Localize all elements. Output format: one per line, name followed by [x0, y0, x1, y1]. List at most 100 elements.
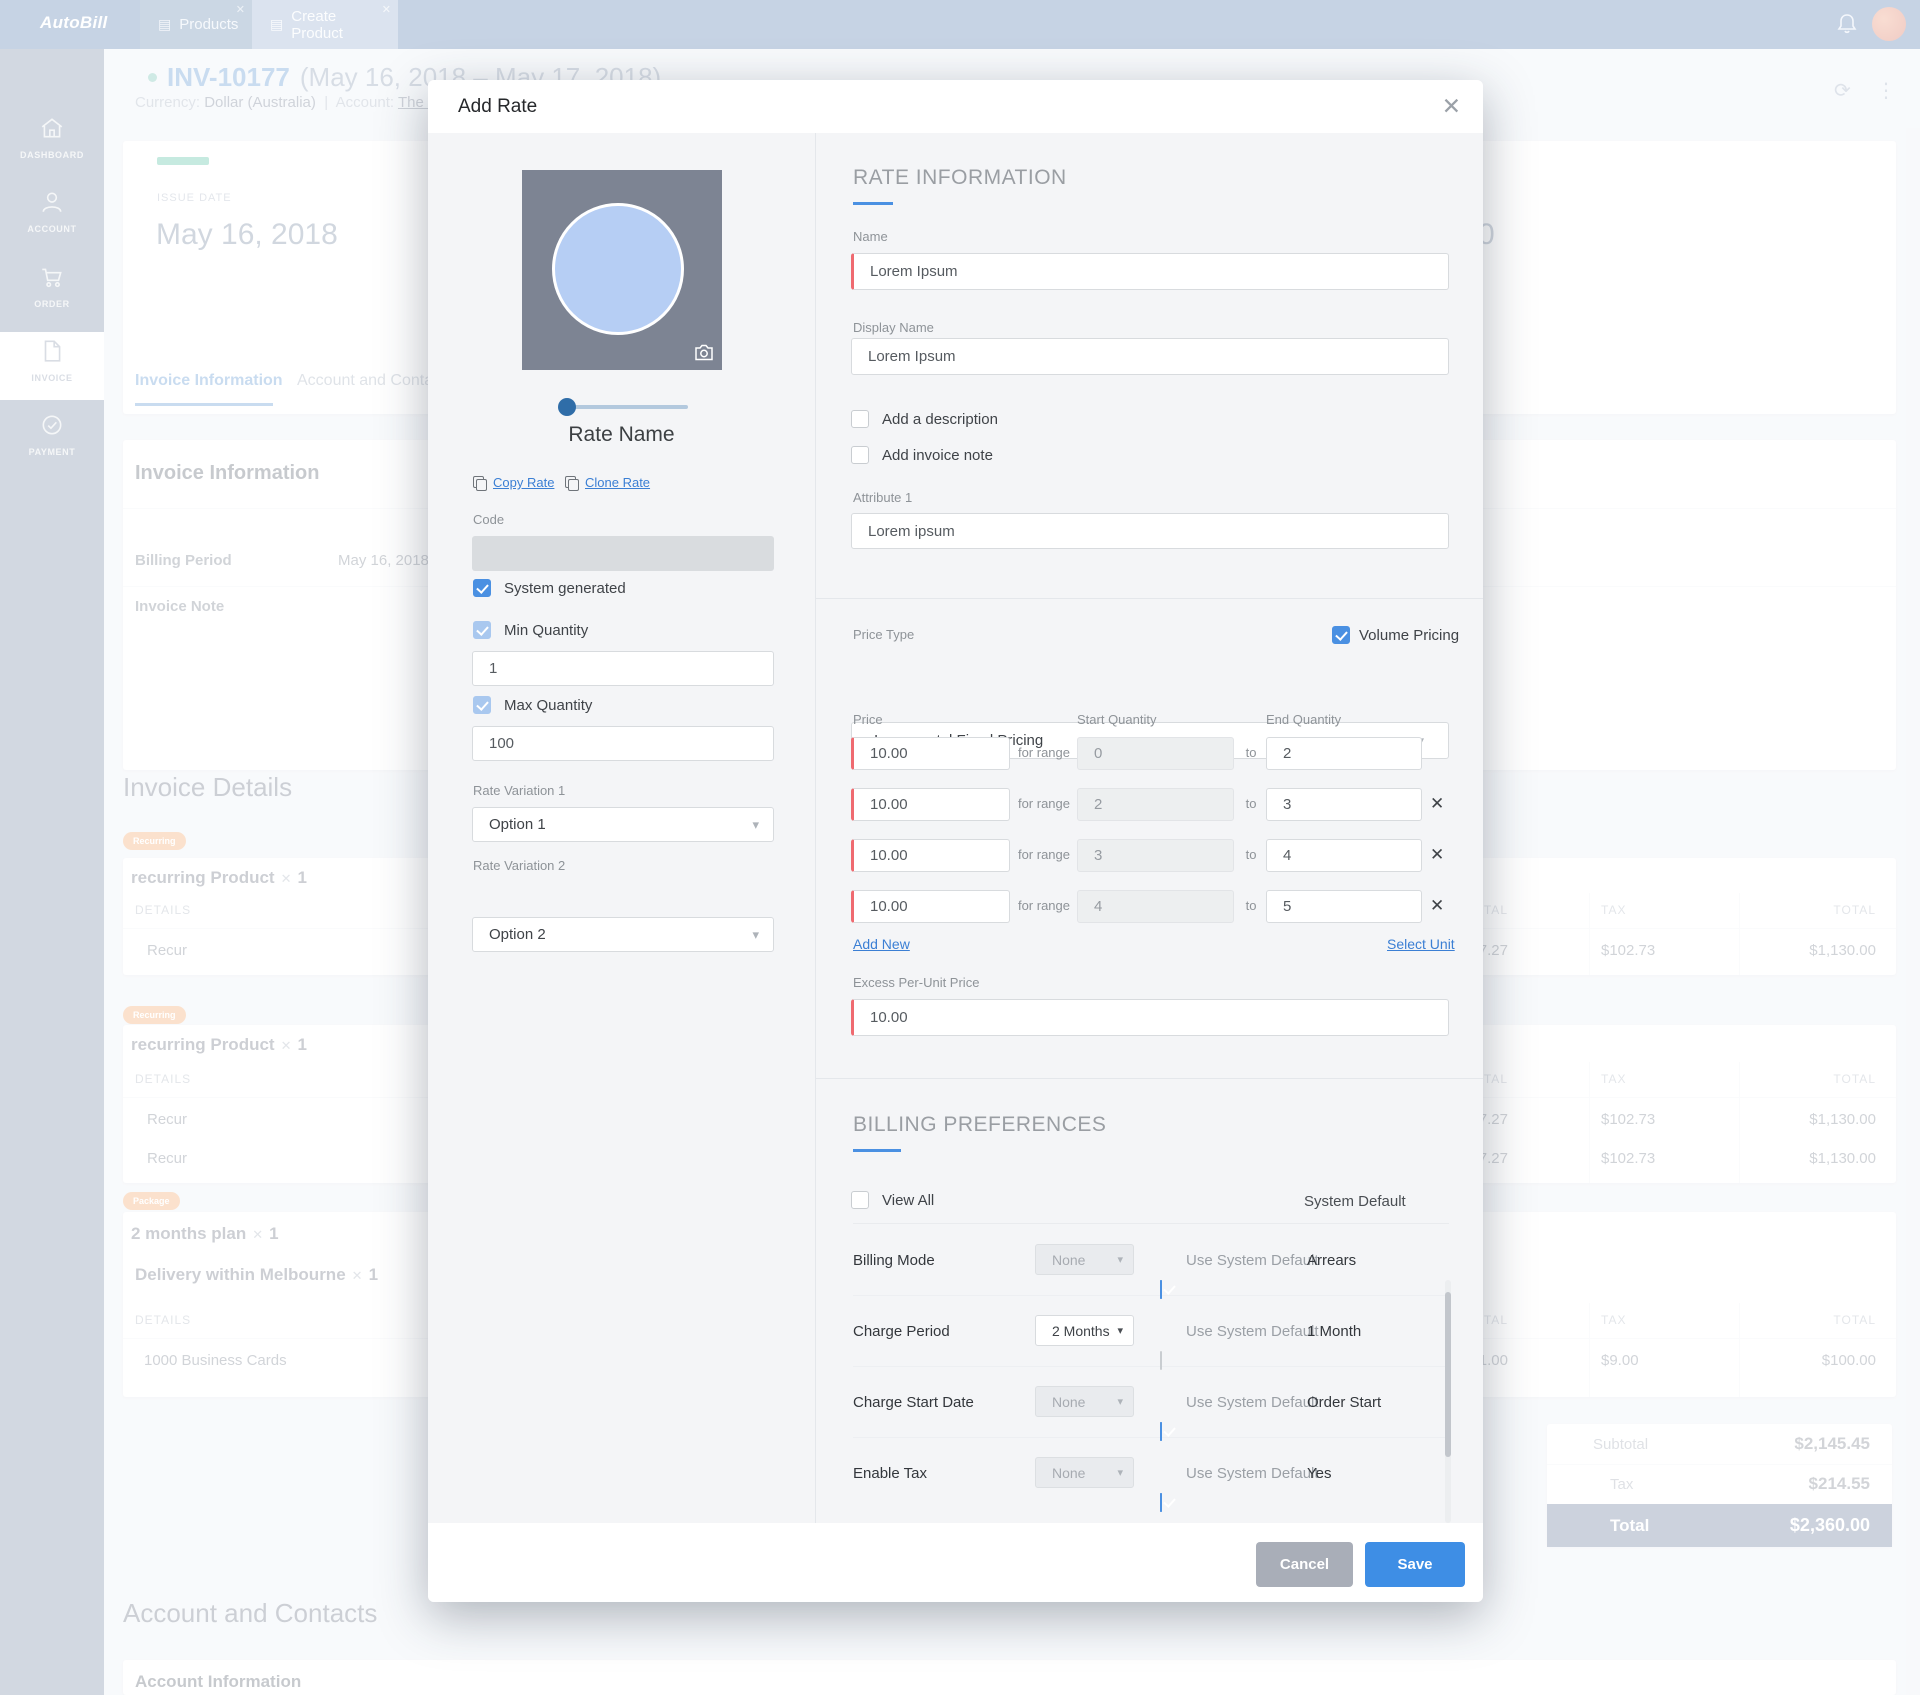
chevron-down-icon: ▾ [1117, 1254, 1123, 1266]
code-input[interactable] [472, 536, 774, 571]
rate-name-title: Rate Name [568, 423, 675, 446]
add-description-checkbox[interactable] [851, 410, 869, 428]
add-invoice-note-label: Add invoice note [882, 446, 993, 464]
chevron-down-icon: ▾ [1117, 1325, 1123, 1337]
system-generated-checkbox[interactable] [473, 579, 491, 597]
scrollbar-thumb[interactable] [1445, 1292, 1451, 1457]
volume-pricing-row: Volume Pricing [1332, 626, 1459, 644]
camera-icon[interactable] [694, 344, 714, 361]
billing-row-billing-mode: Billing Mode None ▾ Use System Default A… [853, 1224, 1449, 1299]
system-default-value: 1 Month [1307, 1323, 1362, 1340]
start-quantity-input[interactable] [1077, 737, 1234, 770]
start-quantity-input[interactable] [1077, 788, 1234, 821]
image-zoom-slider[interactable] [566, 405, 688, 409]
end-quantity-input[interactable] [1266, 737, 1422, 770]
slider-handle[interactable] [558, 398, 576, 416]
close-icon[interactable]: ✕ [1442, 93, 1461, 120]
min-quantity-row: Min Quantity [473, 621, 588, 639]
modal-header [428, 80, 1483, 133]
start-quantity-input[interactable] [1077, 890, 1234, 923]
min-quantity-checkbox[interactable] [473, 621, 491, 639]
screen: AutoBill ▤ Products ✕ ▤ Create Product ✕… [0, 0, 1920, 1695]
start-quantity-input[interactable] [1077, 839, 1234, 872]
name-input[interactable] [851, 253, 1449, 290]
billing-row-label: Enable Tax [853, 1465, 927, 1482]
view-all-label: View All [882, 1191, 935, 1209]
remove-row-icon[interactable]: ✕ [1430, 845, 1444, 865]
end-quantity-input[interactable] [1266, 788, 1422, 821]
image-circle [552, 203, 684, 335]
add-description-row: Add a description [851, 410, 998, 428]
billing-row-charge-period: Charge Period 2 Months ▾ Use System Defa… [853, 1295, 1449, 1370]
select-unit-link[interactable]: Select Unit [1387, 936, 1455, 952]
code-label: Code [473, 512, 505, 527]
system-default-header: System Default [1304, 1193, 1406, 1210]
add-rate-modal: Add Rate ✕ Rate Name Copy Rate Clone Rat… [428, 80, 1483, 1602]
rate-information-title: RATE INFORMATION [853, 166, 1067, 189]
volume-pricing-label: Volume Pricing [1359, 626, 1460, 644]
copy-icon [473, 476, 487, 491]
view-all-checkbox[interactable] [851, 1191, 869, 1209]
system-default-value: Yes [1307, 1465, 1332, 1482]
billing-row-enable-tax: Enable Tax None ▾ Use System Default Yes [853, 1437, 1449, 1512]
end-quantity-input[interactable] [1266, 839, 1422, 872]
chevron-down-icon: ▾ [1117, 1467, 1123, 1479]
cancel-button[interactable]: Cancel [1256, 1542, 1353, 1587]
add-invoice-note-row: Add invoice note [851, 446, 993, 464]
end-quantity-input[interactable] [1266, 890, 1422, 923]
clone-rate-link[interactable]: Clone Rate [565, 475, 650, 491]
display-name-label: Display Name [853, 320, 934, 335]
max-quantity-label: Max Quantity [504, 696, 593, 714]
remove-row-icon[interactable]: ✕ [1430, 794, 1444, 814]
max-quantity-checkbox[interactable] [473, 696, 491, 714]
clone-icon [565, 476, 579, 491]
system-default-value: Order Start [1307, 1394, 1382, 1411]
attribute-1-input[interactable] [851, 513, 1449, 549]
price-type-label: Price Type [853, 627, 915, 642]
add-description-label: Add a description [882, 410, 998, 428]
billing-row-label: Charge Start Date [853, 1394, 974, 1411]
add-invoice-note-checkbox[interactable] [851, 446, 869, 464]
billing-row-charge-start-date: Charge Start Date None ▾ Use System Defa… [853, 1366, 1449, 1441]
billing-mode-select[interactable]: None ▾ [1035, 1244, 1134, 1275]
price-input[interactable] [851, 737, 1010, 770]
min-quantity-input[interactable] [472, 651, 774, 686]
enable-tax-select[interactable]: None ▾ [1035, 1457, 1134, 1488]
name-label: Name [853, 229, 888, 244]
price-tier-row: for range to [428, 737, 1483, 770]
remove-row-icon[interactable]: ✕ [1430, 896, 1444, 916]
excess-per-unit-label: Excess Per-Unit Price [853, 975, 980, 990]
view-all-row: View All [851, 1191, 934, 1209]
excess-per-unit-input[interactable] [851, 999, 1449, 1036]
modal-title: Add Rate [458, 96, 538, 117]
billing-row-label: Billing Mode [853, 1252, 935, 1269]
chevron-down-icon: ▾ [752, 926, 759, 942]
section-accent [853, 1149, 901, 1152]
price-tier-row: for range to ✕ [428, 788, 1483, 821]
chevron-down-icon: ▾ [1117, 1396, 1123, 1408]
column-divider [815, 133, 816, 1523]
price-input[interactable] [851, 788, 1010, 821]
billing-row-label: Charge Period [853, 1323, 950, 1340]
billing-preferences-title: BILLING PREFERENCES [853, 1113, 1107, 1136]
copy-rate-link[interactable]: Copy Rate [473, 475, 554, 491]
scrollbar[interactable] [1445, 1280, 1451, 1523]
charge-period-select[interactable]: 2 Months ▾ [1035, 1315, 1134, 1346]
use-system-default-checkbox[interactable] [1160, 1493, 1162, 1512]
attribute-1-label: Attribute 1 [853, 490, 913, 505]
add-new-link[interactable]: Add New [853, 936, 910, 952]
save-button[interactable]: Save [1365, 1542, 1465, 1587]
charge-start-date-select[interactable]: None ▾ [1035, 1386, 1134, 1417]
price-input[interactable] [851, 839, 1010, 872]
system-generated-row: System generated [473, 579, 626, 597]
price-tier-row: for range to ✕ [428, 839, 1483, 872]
volume-pricing-checkbox[interactable] [1332, 626, 1350, 644]
min-quantity-label: Min Quantity [504, 621, 589, 639]
price-tier-row: for range to ✕ [428, 890, 1483, 923]
display-name-input[interactable] [851, 338, 1449, 375]
price-input[interactable] [851, 890, 1010, 923]
system-default-value: Arrears [1307, 1252, 1357, 1269]
system-generated-label: System generated [504, 579, 626, 597]
rate-image-placeholder[interactable] [522, 170, 722, 370]
section-accent [853, 202, 893, 205]
